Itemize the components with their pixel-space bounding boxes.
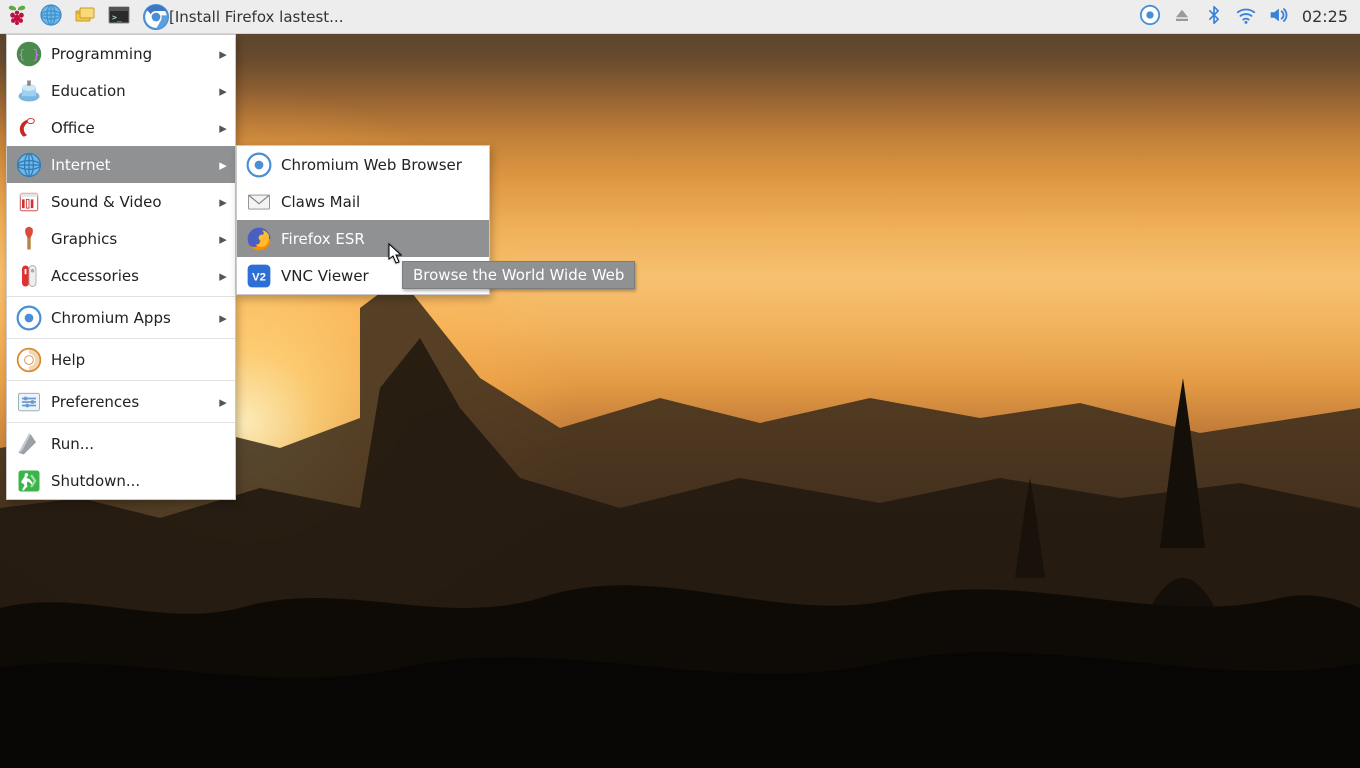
submenu-label: Firefox ESR	[281, 230, 365, 248]
menu-item-help[interactable]: Help	[7, 341, 235, 378]
submenu-label: Claws Mail	[281, 193, 360, 211]
chromium-icon	[1139, 4, 1161, 30]
menu-label: Preferences	[51, 393, 217, 411]
menu-separator	[7, 422, 235, 423]
menu-item-accessories[interactable]: Accessories ▸	[7, 257, 235, 294]
eject-icon	[1173, 6, 1191, 28]
menu-item-chromium-apps[interactable]: Chromium Apps ▸	[7, 299, 235, 336]
education-icon	[13, 75, 45, 107]
menu-separator	[7, 380, 235, 381]
run-icon	[13, 428, 45, 460]
chromium-icon	[13, 302, 45, 334]
menu-label: Shutdown...	[51, 472, 229, 490]
chevron-right-icon: ▸	[217, 119, 229, 137]
menu-label: Internet	[51, 156, 217, 174]
graphics-icon	[13, 223, 45, 255]
globe-icon	[39, 3, 63, 31]
chevron-right-icon: ▸	[217, 393, 229, 411]
bluetooth-icon	[1204, 5, 1224, 29]
start-menu-button[interactable]	[0, 0, 34, 34]
menu-separator	[7, 296, 235, 297]
taskbar-launchers: >_ [Install Firefox lastest...	[0, 0, 354, 33]
menu-item-sound-video[interactable]: Sound & Video ▸	[7, 183, 235, 220]
accessories-icon	[13, 260, 45, 292]
chevron-right-icon: ▸	[217, 309, 229, 327]
wifi-icon	[1235, 4, 1257, 30]
tray-chromium[interactable]	[1136, 0, 1164, 34]
menu-item-programming[interactable]: { } Programming ▸	[7, 35, 235, 72]
menu-item-office[interactable]: Office ▸	[7, 109, 235, 146]
submenu-item-chromium[interactable]: Chromium Web Browser	[237, 146, 489, 183]
tray-bluetooth[interactable]	[1200, 0, 1228, 34]
vnc-icon: V2	[243, 260, 275, 292]
folders-icon	[73, 3, 97, 31]
chevron-right-icon: ▸	[217, 156, 229, 174]
file-manager-launcher[interactable]	[68, 0, 102, 34]
menu-label: Office	[51, 119, 217, 137]
chevron-right-icon: ▸	[217, 267, 229, 285]
taskbar-window-label: [Install Firefox lastest...	[169, 8, 343, 26]
menu-label: Accessories	[51, 267, 217, 285]
tooltip: Browse the World Wide Web	[402, 261, 635, 289]
shutdown-icon	[13, 465, 45, 497]
menu-label: Run...	[51, 435, 229, 453]
mail-icon	[243, 186, 275, 218]
firefox-icon	[243, 223, 275, 255]
web-browser-launcher[interactable]	[34, 0, 68, 34]
menu-label: Help	[51, 351, 229, 369]
menu-item-graphics[interactable]: Graphics ▸	[7, 220, 235, 257]
submenu-item-claws-mail[interactable]: Claws Mail	[237, 183, 489, 220]
tray-volume[interactable]	[1264, 0, 1292, 34]
menu-item-run[interactable]: Run...	[7, 425, 235, 462]
programming-icon: { }	[13, 38, 45, 70]
office-icon	[13, 112, 45, 144]
chevron-right-icon: ▸	[217, 193, 229, 211]
menu-label: Chromium Apps	[51, 309, 217, 327]
terminal-icon: >_	[107, 3, 131, 31]
tray-wifi[interactable]	[1232, 0, 1260, 34]
menu-separator	[7, 338, 235, 339]
chromium-icon	[143, 4, 169, 30]
chevron-right-icon: ▸	[217, 230, 229, 248]
tray-eject[interactable]	[1168, 0, 1196, 34]
menu-label: Programming	[51, 45, 217, 63]
globe-icon	[13, 149, 45, 181]
taskbar-clock[interactable]: 02:25	[1296, 7, 1354, 26]
submenu-label: Chromium Web Browser	[281, 156, 462, 174]
taskbar-window-chromium[interactable]: [Install Firefox lastest...	[138, 2, 352, 32]
svg-text:V2: V2	[252, 271, 266, 283]
terminal-launcher[interactable]: >_	[102, 0, 136, 34]
taskbar: >_ [Install Firefox lastest...	[0, 0, 1360, 34]
menu-item-preferences[interactable]: Preferences ▸	[7, 383, 235, 420]
sound-video-icon	[13, 186, 45, 218]
menu-label: Education	[51, 82, 217, 100]
volume-icon	[1267, 4, 1289, 30]
preferences-icon	[13, 386, 45, 418]
submenu-label: VNC Viewer	[281, 267, 369, 285]
application-menu: { } Programming ▸ Education ▸ Office ▸ I…	[6, 34, 236, 500]
menu-item-education[interactable]: Education ▸	[7, 72, 235, 109]
system-tray: 02:25	[1136, 0, 1360, 33]
menu-item-shutdown[interactable]: Shutdown...	[7, 462, 235, 499]
chevron-right-icon: ▸	[217, 82, 229, 100]
submenu-item-firefox[interactable]: Firefox ESR	[237, 220, 489, 257]
svg-text:>_: >_	[112, 13, 122, 22]
menu-label: Graphics	[51, 230, 217, 248]
menu-item-internet[interactable]: Internet ▸	[7, 146, 235, 183]
chevron-right-icon: ▸	[217, 45, 229, 63]
menu-label: Sound & Video	[51, 193, 217, 211]
raspberry-pi-icon	[5, 3, 29, 31]
svg-text:{ }: { }	[18, 47, 40, 61]
chromium-icon	[243, 149, 275, 181]
help-icon	[13, 344, 45, 376]
